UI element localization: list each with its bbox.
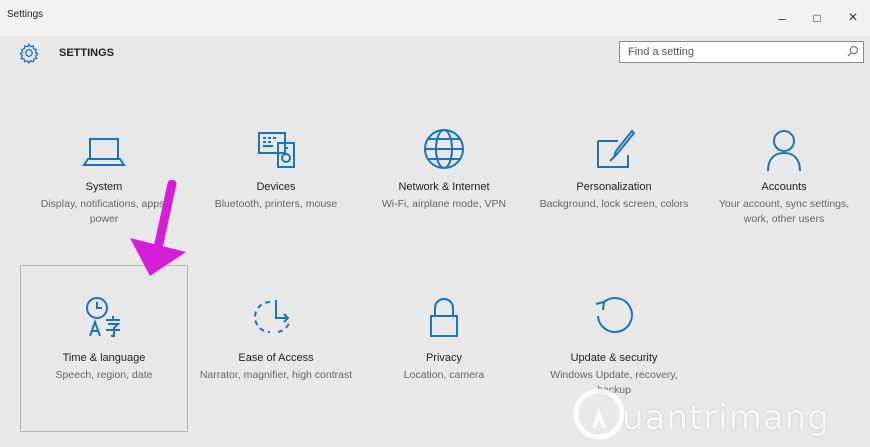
- gear-icon: [19, 43, 39, 64]
- window-title: Settings: [7, 9, 44, 20]
- globe-icon: [424, 129, 464, 169]
- tile-label: Accounts: [761, 181, 807, 193]
- tile-ease-of-access[interactable]: Ease of Access Narrator, magnifier, high…: [192, 265, 360, 415]
- search-input[interactable]: [620, 42, 848, 62]
- tile-description: Location, camera: [403, 369, 485, 381]
- page-title: SETTINGS: [59, 47, 115, 59]
- devices-icon: [258, 132, 295, 168]
- annotation-arrow: [130, 180, 186, 276]
- tile-label: Privacy: [425, 352, 463, 364]
- tile-label: Ease of Access: [238, 352, 314, 364]
- watermark-logo-icon: [573, 388, 625, 440]
- search-box[interactable]: [619, 41, 864, 63]
- tile-description: Bluetooth, printers, mouse: [214, 198, 338, 210]
- settings-header: SETTINGS: [0, 36, 870, 72]
- watermark-text: uantrimang: [622, 398, 830, 438]
- tile-accounts[interactable]: Accounts Your account, sync settings, wo…: [700, 118, 868, 268]
- tile-description: Background, lock screen, colors: [539, 198, 689, 210]
- tile-personalization[interactable]: Personalization Background, lock screen,…: [530, 118, 698, 268]
- close-button[interactable]: ×: [836, 4, 870, 32]
- maximize-button[interactable]: □: [800, 4, 834, 32]
- tile-label: Devices: [256, 181, 296, 193]
- update-icon: [595, 297, 633, 333]
- person-icon: [767, 130, 801, 172]
- time-language-icon: [86, 297, 121, 337]
- paintbrush-icon: [597, 129, 636, 168]
- ease-of-access-icon: [254, 300, 291, 333]
- tile-network-internet[interactable]: Network & Internet Wi-Fi, airplane mode,…: [360, 118, 528, 268]
- tile-label: Network & Internet: [398, 181, 490, 193]
- search-icon[interactable]: [846, 45, 859, 58]
- tile-description: Wi-Fi, airplane mode, VPN: [381, 198, 507, 210]
- tile-label: Personalization: [576, 181, 652, 193]
- tile-time-language[interactable]: Time & language Speech, region, date: [20, 265, 188, 432]
- tile-description: Speech, region, date: [55, 369, 153, 381]
- tile-privacy[interactable]: Privacy Location, camera: [360, 265, 528, 415]
- tile-label: Time & language: [62, 352, 146, 364]
- tile-devices[interactable]: Devices Bluetooth, printers, mouse: [192, 118, 360, 268]
- tile-label: Update & security: [570, 352, 658, 364]
- minimize-button[interactable]: –: [765, 4, 799, 32]
- laptop-icon: [82, 138, 126, 166]
- tile-description: Narrator, magnifier, high contrast: [199, 369, 353, 381]
- tile-description: Your account, sync settings, work, other…: [718, 198, 850, 225]
- lock-icon: [430, 298, 458, 337]
- title-bar: Settings – □ ×: [0, 0, 870, 36]
